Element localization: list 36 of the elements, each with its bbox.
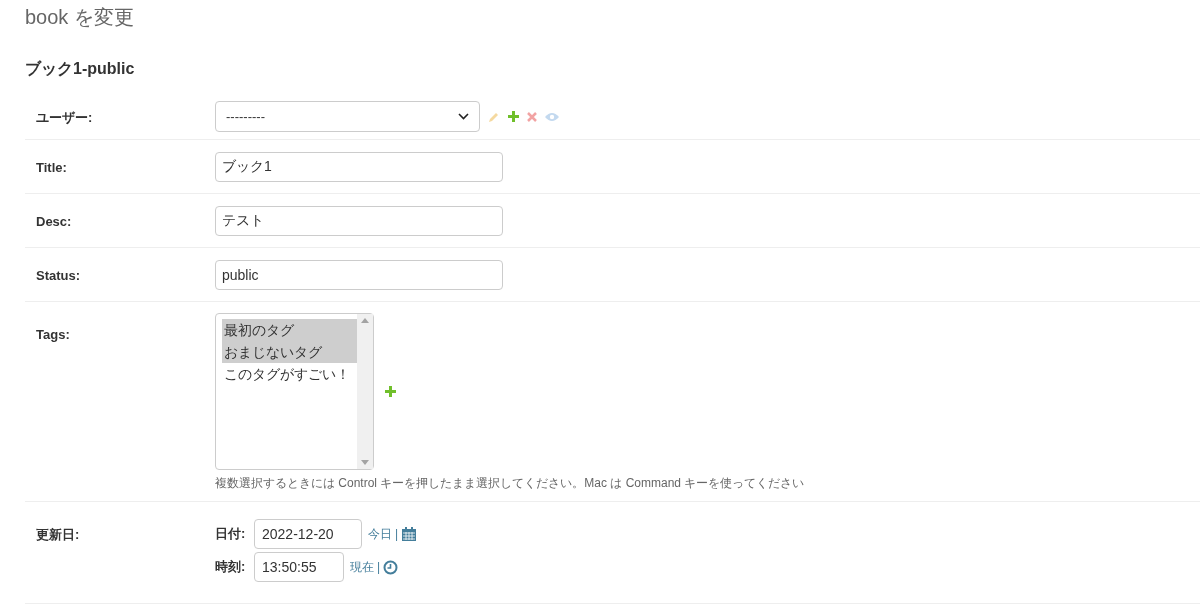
field-label: Desc: (36, 213, 72, 229)
tags-listbox[interactable]: 最初のタグ おまじないタグ このタグがすごい！ (215, 313, 374, 470)
text-input[interactable]: 13:50:55 (254, 552, 344, 582)
field-label: 日付: (215, 525, 247, 544)
delete-icon[interactable] (527, 111, 537, 122)
add-icon[interactable] (508, 111, 519, 122)
chevron-down-icon (458, 113, 469, 120)
pencil-icon[interactable] (488, 110, 500, 123)
tag-option[interactable]: このタグがすごい！ (222, 363, 357, 385)
separator: | (377, 559, 381, 576)
view-icon[interactable] (545, 111, 559, 122)
text-input[interactable]: public (215, 259, 503, 290)
field-label: Tags: (36, 327, 70, 342)
text-input[interactable]: テスト (215, 205, 503, 236)
tag-option[interactable]: おまじないタグ (222, 341, 357, 363)
scroll-down-icon[interactable] (361, 460, 369, 465)
clock-icon[interactable] (383, 559, 399, 575)
help-text: 複数選択するときには Control キーを押したまま選択してください。Mac は Command キーを使ってください (215, 475, 805, 492)
separator: | (395, 526, 399, 543)
calendar-icon[interactable] (401, 526, 418, 542)
shortcut-link[interactable]: 今日 (368, 525, 392, 543)
tag-option[interactable]: 最初のタグ (222, 319, 357, 341)
text-input[interactable]: ブック1 (215, 151, 503, 182)
field-label: 更新日: (36, 527, 80, 542)
field-label: Title: (36, 159, 67, 175)
field-label: 時刻: (215, 558, 247, 577)
shortcut-link[interactable]: 現在 (350, 558, 374, 576)
text-input[interactable]: 2022-12-20 (254, 519, 362, 549)
section-title: ブック1-public (25, 59, 135, 79)
field-label: Status: (36, 267, 81, 283)
scrollbar[interactable] (357, 314, 373, 469)
field-label: ユーザー: (36, 109, 93, 125)
user-select[interactable]: --------- (215, 101, 480, 132)
add-icon[interactable] (385, 386, 396, 397)
page-title: book を変更 (25, 5, 134, 30)
scroll-up-icon[interactable] (361, 318, 369, 323)
